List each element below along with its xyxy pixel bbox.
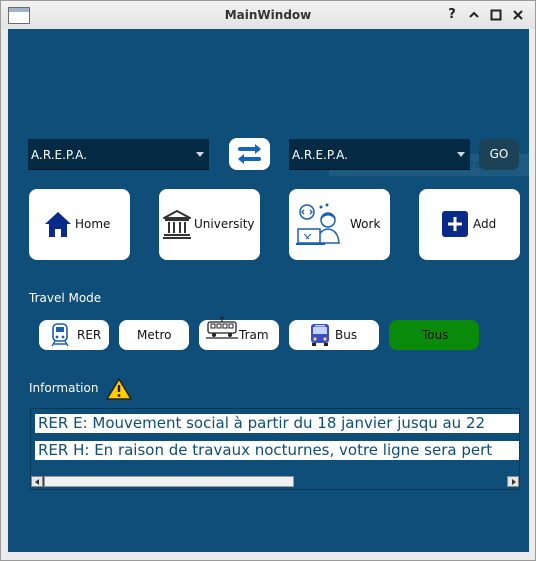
scroll-right-button[interactable] (507, 476, 519, 487)
work-icon (296, 203, 340, 245)
content-area: A.R.E.P.A. Capture rectangulaire A.R.E.P… (8, 29, 529, 552)
mode-bus-button[interactable]: Bus (289, 320, 379, 350)
information-list[interactable]: RER E: Mouvement social à partir du 18 j… (30, 408, 520, 490)
university-icon (163, 210, 191, 239)
info-message-1: RER H: En raison de travaux nocturnes, v… (35, 441, 519, 460)
maximize-icon[interactable] (488, 7, 504, 23)
mode-tram-button[interactable]: Tram (199, 317, 279, 350)
go-button[interactable]: GO (479, 139, 519, 170)
add-icon (442, 211, 468, 237)
mode-metro-label: Metro (137, 328, 172, 342)
close-icon[interactable] (510, 7, 526, 23)
favorite-home-label: Home (75, 217, 111, 231)
home-icon (45, 212, 71, 237)
favorite-work-button[interactable]: Work (289, 189, 390, 260)
main-window: MainWindow ? A.R.E.P.A. Capture rectangu… (0, 0, 536, 561)
favorite-add-label: Add (473, 217, 497, 231)
from-station-combo[interactable]: A.R.E.P.A. (28, 139, 209, 170)
minimize-icon[interactable] (466, 7, 482, 23)
scrollbar-thumb[interactable] (44, 476, 294, 487)
travel-mode-title: Travel Mode (29, 291, 102, 305)
warning-icon (106, 378, 132, 400)
favorite-university-label: University (194, 217, 255, 231)
favorite-university-button[interactable]: University (159, 189, 260, 260)
mode-tram-label: Tram (239, 328, 269, 342)
horizontal-scrollbar[interactable] (31, 475, 519, 488)
help-icon[interactable]: ? (444, 7, 460, 23)
mode-rer-button[interactable]: RER (39, 320, 109, 350)
info-message-0: RER E: Mouvement social à partir du 18 j… (35, 414, 519, 433)
tram-icon (206, 317, 238, 339)
information-title: Information (29, 381, 99, 395)
favorite-work-label: Work (350, 217, 381, 231)
title-bar: MainWindow ? (1, 1, 535, 29)
chevron-down-icon (196, 152, 204, 157)
mode-bus-label: Bus (335, 328, 358, 342)
favorite-home-button[interactable]: Home (29, 189, 130, 260)
chevron-down-icon (457, 152, 465, 157)
to-station-value: A.R.E.P.A. (292, 148, 348, 162)
mode-all-button[interactable]: Tous (389, 320, 479, 350)
mode-all-label: Tous (422, 328, 449, 342)
mode-rer-label: RER (77, 328, 102, 342)
mode-metro-button[interactable]: Metro (119, 320, 189, 350)
from-station-value: A.R.E.P.A. (31, 148, 87, 162)
favorite-add-button[interactable]: Add (419, 189, 520, 260)
swap-stations-button[interactable] (229, 138, 270, 170)
scroll-left-button[interactable] (31, 476, 43, 487)
to-station-combo[interactable]: A.R.E.P.A. (289, 139, 470, 170)
bus-icon (311, 324, 329, 346)
swap-arrows-icon (238, 144, 261, 164)
train-icon (51, 323, 69, 347)
